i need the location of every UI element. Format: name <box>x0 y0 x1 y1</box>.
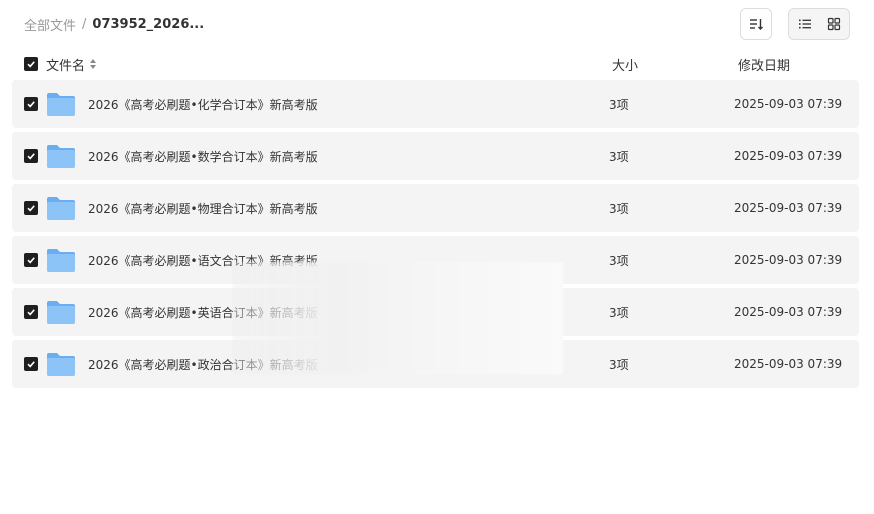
checkmark-icon <box>27 61 35 68</box>
file-modified-date: 2025-09-03 07:39 <box>734 253 843 267</box>
row-checkbox[interactable] <box>24 201 38 215</box>
file-size: 3项 <box>609 253 629 268</box>
checkmark-icon <box>27 153 35 160</box>
list-view-icon <box>798 19 811 29</box>
folder-icon <box>47 145 75 168</box>
row-checkbox[interactable] <box>24 305 38 319</box>
folder-icon <box>47 93 75 116</box>
sort-icon <box>750 19 763 30</box>
name-column-label: 文件名 <box>46 58 86 74</box>
file-size: 3项 <box>609 97 629 112</box>
list-view-button[interactable] <box>791 11 818 37</box>
checkmark-icon <box>27 205 35 212</box>
file-size: 3项 <box>609 357 629 372</box>
redaction-overlay <box>233 262 563 374</box>
sort-toggle-icon <box>90 59 97 69</box>
file-modified-date: 2025-09-03 07:39 <box>734 305 843 319</box>
file-name[interactable]: 2026《高考必刷题•数学合订本》新高考版 <box>88 132 318 180</box>
row-checkbox[interactable] <box>24 253 38 267</box>
breadcrumb-root-link[interactable]: 全部文件 <box>24 15 76 34</box>
file-row[interactable]: 2026《高考必刷题•化学合订本》新高考版 3项 2025-09-03 07:39 <box>12 80 859 128</box>
folder-icon <box>47 197 75 220</box>
row-checkbox[interactable] <box>24 357 38 371</box>
breadcrumb: 全部文件 / 073952_2026... <box>24 14 204 34</box>
row-checkbox[interactable] <box>24 97 38 111</box>
folder-icon <box>47 353 75 376</box>
grid-view-button[interactable] <box>820 11 847 37</box>
checkmark-icon <box>27 361 35 368</box>
folder-icon <box>47 301 75 324</box>
file-name[interactable]: 2026《高考必刷题•物理合订本》新高考版 <box>88 184 318 232</box>
file-size: 3项 <box>609 305 629 320</box>
name-column-header[interactable]: 文件名 <box>46 52 97 76</box>
checkmark-icon <box>27 257 35 264</box>
checkmark-icon <box>27 101 35 108</box>
file-row[interactable]: 2026《高考必刷题•数学合订本》新高考版 3项 2025-09-03 07:39 <box>12 132 859 180</box>
checkmark-icon <box>27 309 35 316</box>
view-switcher <box>788 8 850 40</box>
file-size: 3项 <box>609 201 629 216</box>
file-modified-date: 2025-09-03 07:39 <box>734 97 843 111</box>
file-modified-date: 2025-09-03 07:39 <box>734 201 843 215</box>
sort-button[interactable] <box>740 8 772 40</box>
modified-column-header[interactable]: 修改日期 <box>738 52 790 76</box>
breadcrumb-current: 073952_2026... <box>92 16 205 32</box>
breadcrumb-separator: / <box>82 16 87 32</box>
file-size: 3项 <box>609 149 629 164</box>
row-checkbox[interactable] <box>24 149 38 163</box>
size-column-header[interactable]: 大小 <box>612 52 638 76</box>
select-all-checkbox[interactable] <box>24 57 38 71</box>
folder-icon <box>47 249 75 272</box>
file-row[interactable]: 2026《高考必刷题•物理合订本》新高考版 3项 2025-09-03 07:39 <box>12 184 859 232</box>
file-list-header: 文件名 大小 修改日期 <box>12 52 859 76</box>
file-name[interactable]: 2026《高考必刷题•化学合订本》新高考版 <box>88 80 318 128</box>
file-modified-date: 2025-09-03 07:39 <box>734 357 843 371</box>
file-modified-date: 2025-09-03 07:39 <box>734 149 843 163</box>
grid-view-icon <box>827 17 840 31</box>
